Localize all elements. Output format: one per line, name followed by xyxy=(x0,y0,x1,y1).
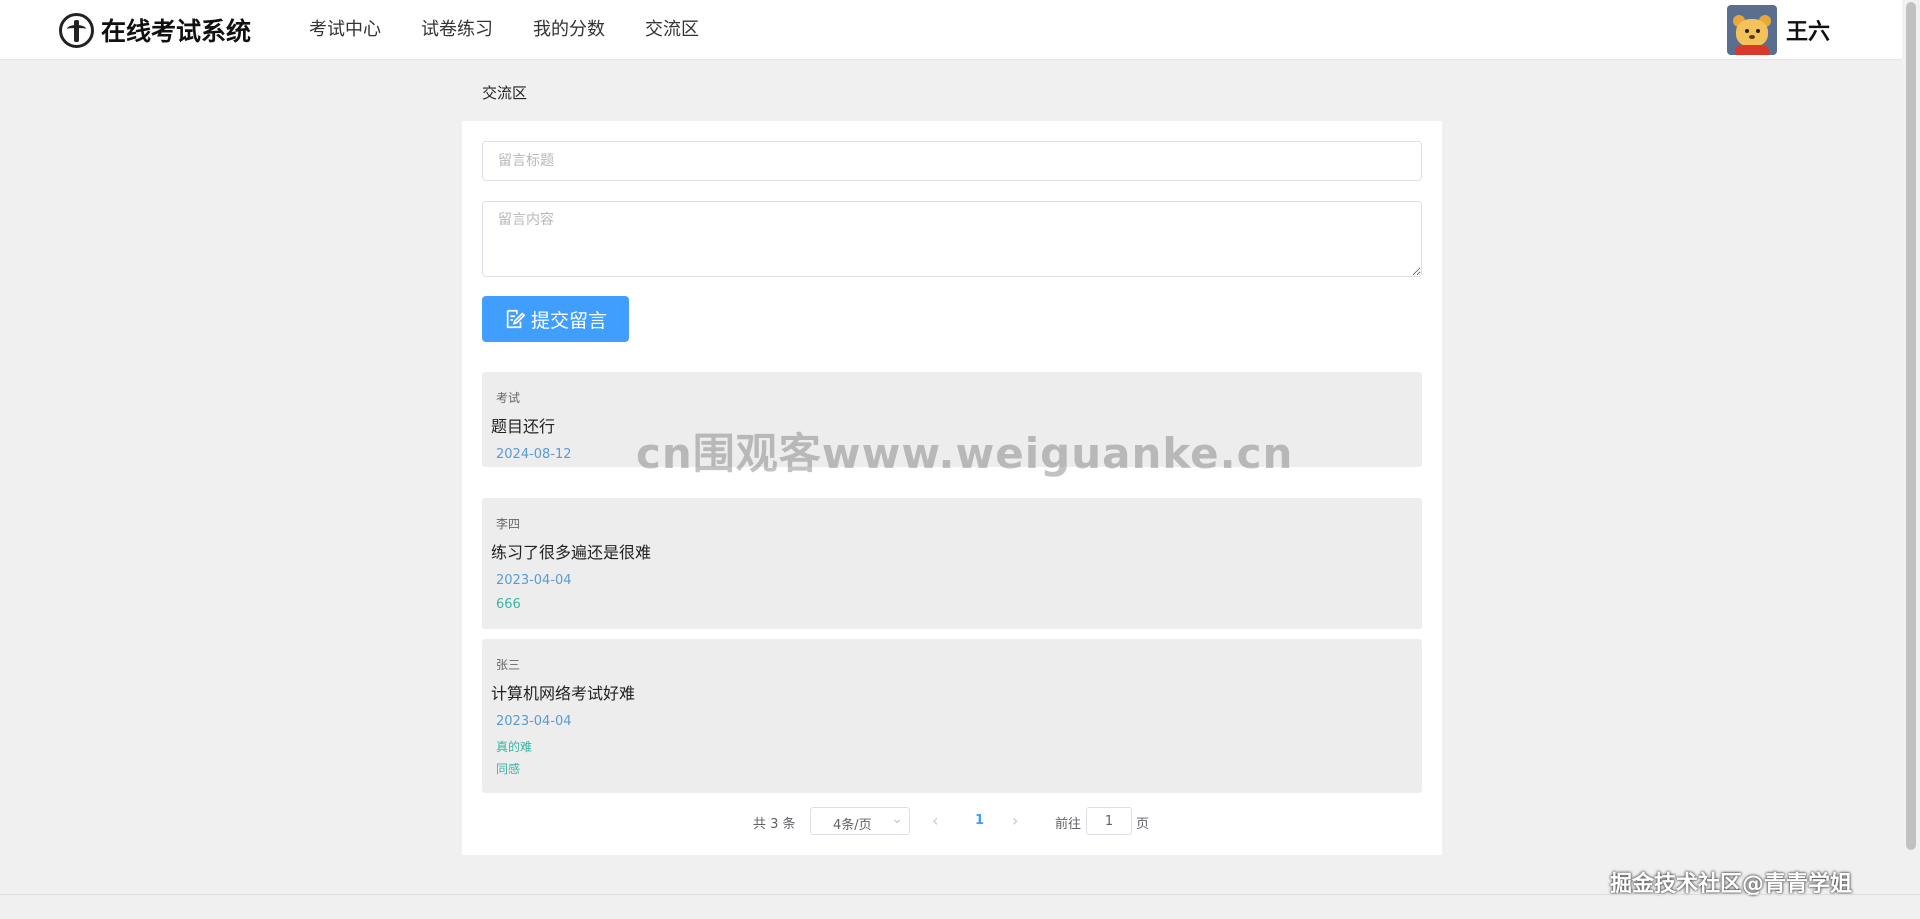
page-number-current[interactable]: 1 xyxy=(975,813,984,828)
scrollbar-thumb[interactable] xyxy=(1906,2,1916,850)
page-title: 交流区 xyxy=(482,84,528,102)
submit-message-button[interactable]: 提交留言 xyxy=(482,296,629,342)
message-date: 2023-04-04 xyxy=(496,714,572,729)
message-item: 张三 计算机网络考试好难 2023-04-04 真的难 同感 xyxy=(482,639,1422,793)
goto-page-input[interactable] xyxy=(1086,807,1132,835)
nav-item-exam-center[interactable]: 考试中心 xyxy=(289,0,401,60)
message-date: 2024-08-12 xyxy=(496,447,572,462)
chevron-down-icon: ⌄ xyxy=(891,811,903,827)
message-title: 题目还行 xyxy=(491,417,556,436)
message-reply: 真的难 xyxy=(496,740,533,754)
page-size-select[interactable]: 4条/页 ⌄ xyxy=(810,807,910,835)
message-title: 计算机网络考试好难 xyxy=(491,684,636,703)
message-reply: 同感 xyxy=(496,762,521,776)
logo-icon xyxy=(59,12,94,48)
user-menu[interactable]: 王六 xyxy=(1727,5,1830,55)
nav-item-my-scores[interactable]: 我的分数 xyxy=(513,0,625,60)
message-author: 李四 xyxy=(496,517,521,531)
page-size-value: 4条/页 xyxy=(833,818,872,833)
prev-page-icon[interactable]: ‹ xyxy=(932,811,938,830)
vertical-scrollbar[interactable] xyxy=(1902,0,1920,851)
pagination: 共 3 条 4条/页 ⌄ ‹ 1 › 前往 页 xyxy=(462,806,1442,836)
pagination-total: 共 3 条 xyxy=(753,817,796,832)
submit-message-label: 提交留言 xyxy=(530,309,607,332)
message-date: 2023-04-04 xyxy=(496,573,572,588)
message-item: 李四 练习了很多遍还是很难 2023-04-04 666 xyxy=(482,498,1422,629)
next-page-icon[interactable]: › xyxy=(1012,811,1018,830)
top-navbar: 在线考试系统 考试中心 试卷练习 我的分数 交流区 王六 xyxy=(0,0,1902,60)
message-title-input[interactable] xyxy=(482,141,1422,181)
watermark-center: cn围观客www.weiguanke.cn xyxy=(636,429,1294,478)
message-author: 张三 xyxy=(496,658,521,672)
nav-item-paper-practice[interactable]: 试卷练习 xyxy=(401,0,513,60)
avatar[interactable] xyxy=(1727,5,1777,55)
message-title: 练习了很多遍还是很难 xyxy=(491,543,652,562)
message-content-textarea[interactable] xyxy=(482,201,1422,277)
logo-text: 在线考试系统 xyxy=(101,17,252,46)
goto-label: 前往 xyxy=(1055,817,1082,832)
page-unit-label: 页 xyxy=(1136,817,1150,832)
edit-icon xyxy=(506,309,526,329)
footer-divider xyxy=(0,894,1920,895)
nav-item-forum[interactable]: 交流区 xyxy=(625,0,719,60)
message-author: 考试 xyxy=(496,391,521,405)
user-name[interactable]: 王六 xyxy=(1786,14,1830,46)
logo[interactable]: 在线考试系统 xyxy=(59,12,251,48)
forum-card: 提交留言 考试 题目还行 2024-08-12 李四 练习了很多遍还是很难 20… xyxy=(462,121,1442,855)
nav-menu: 考试中心 试卷练习 我的分数 交流区 xyxy=(289,0,719,60)
message-reply: 666 xyxy=(496,597,521,612)
